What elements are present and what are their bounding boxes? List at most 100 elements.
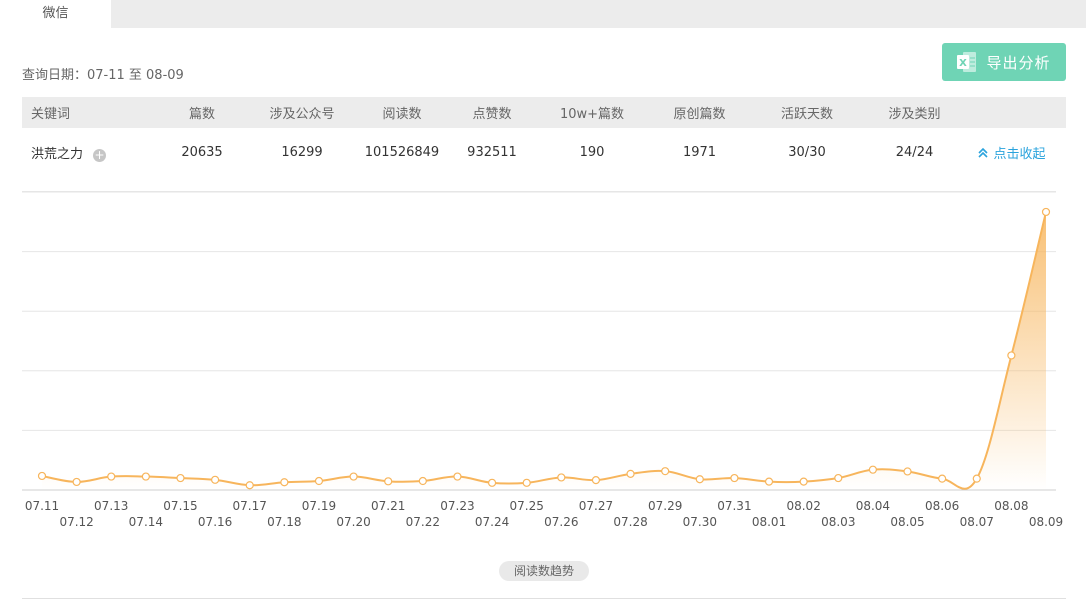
active-days-cell: 30/30 (788, 144, 826, 160)
plus-icon[interactable]: + (93, 148, 107, 162)
x-tick-label: 07.19 (302, 499, 336, 513)
excel-icon: X (957, 51, 977, 73)
chart-point-07.26[interactable] (557, 473, 566, 482)
chart-point-07.13[interactable] (107, 472, 116, 481)
header-articles: 篇数 (147, 97, 257, 128)
keyword-stats-table: 关键词 篇数 涉及公众号 阅读数 点赞数 10w+篇数 原创篇数 活跃天数 涉及… (22, 97, 1066, 176)
svg-text:X: X (960, 58, 968, 69)
table-row: 洪荒之力 + 20635 16299 101526849 932511 190 1… (22, 128, 1066, 176)
chart-point-07.22[interactable] (418, 476, 427, 486)
chart-point-07.15[interactable] (176, 473, 185, 483)
x-tick-label: 07.25 (510, 499, 544, 513)
chart-grid (22, 191, 1056, 491)
header-accounts: 涉及公众号 (257, 97, 347, 128)
x-tick-label: 07.24 (475, 515, 509, 529)
chart-x-axis-labels: 07.1107.1207.1307.1407.1507.1607.1707.18… (25, 499, 1063, 529)
x-tick-label: 07.12 (59, 515, 93, 529)
chart-area-fill (42, 211, 1046, 490)
chart-point-07.28[interactable] (626, 469, 635, 478)
chart-point-07.31[interactable] (730, 473, 739, 483)
export-analysis-button[interactable]: X 导出分析 (942, 43, 1066, 81)
x-tick-label: 08.08 (994, 499, 1028, 513)
keyword-cell: 洪荒之力 + (22, 128, 147, 176)
x-tick-label: 08.03 (821, 515, 855, 529)
chart-point-07.18[interactable] (280, 478, 289, 487)
chart-point-08.08[interactable] (1007, 351, 1016, 360)
x-tick-label: 07.28 (613, 515, 647, 529)
x-tick-label: 08.07 (960, 515, 994, 529)
chart-points (37, 207, 1051, 490)
chart-point-07.25[interactable] (522, 478, 531, 487)
chart-legend-reading-trend[interactable]: 阅读数趋势 (499, 561, 589, 581)
header-likes: 点赞数 (457, 97, 527, 128)
categories-cell: 24/24 (895, 144, 934, 160)
chart-point-07.21[interactable] (384, 477, 393, 486)
chart-point-07.16[interactable] (211, 475, 220, 484)
chart-point-08.07[interactable] (972, 474, 981, 483)
chart-point-08.09[interactable] (1041, 207, 1051, 217)
bottom-divider (22, 598, 1066, 599)
x-tick-label: 08.01 (752, 515, 786, 529)
chart-point-08.01[interactable] (764, 477, 774, 486)
x-tick-label: 07.14 (129, 515, 163, 529)
x-tick-label: 07.29 (648, 499, 682, 513)
chart-point-07.11[interactable] (37, 471, 47, 481)
chart-point-07.17[interactable] (245, 481, 254, 490)
header-active-days: 活跃天数 (742, 97, 872, 128)
keyword-text: 洪荒之力 (31, 146, 84, 162)
reads-cell: 101526849 (364, 144, 440, 160)
x-tick-label: 08.06 (925, 499, 959, 513)
chart-point-07.14[interactable] (141, 472, 150, 481)
chart-point-07.19[interactable] (314, 476, 324, 486)
over-100k-cell: 190 (579, 144, 605, 160)
likes-cell: 932511 (467, 144, 517, 160)
x-tick-label: 07.30 (683, 515, 717, 529)
tab-bar: 微信 (0, 0, 1086, 28)
chart-point-08.05[interactable] (903, 467, 912, 476)
x-tick-label: 07.15 (163, 499, 197, 513)
chart-point-07.23[interactable] (453, 472, 462, 481)
chart-point-08.04[interactable] (868, 465, 877, 474)
x-tick-label: 07.23 (440, 499, 474, 513)
chart-point-07.30[interactable] (695, 475, 704, 484)
chart-point-07.12[interactable] (72, 477, 81, 487)
x-tick-label: 07.21 (371, 499, 405, 513)
chart-point-07.29[interactable] (661, 467, 670, 476)
x-tick-label: 07.22 (406, 515, 440, 529)
chart-point-07.24[interactable] (487, 478, 497, 487)
collapse-link[interactable]: 点击收起 (977, 146, 1046, 162)
x-tick-label: 08.05 (890, 515, 924, 529)
x-tick-label: 07.16 (198, 515, 232, 529)
header-categories: 涉及类别 (872, 97, 957, 128)
x-tick-label: 07.18 (267, 515, 301, 529)
accounts-cell: 16299 (281, 144, 323, 160)
export-button-label: 导出分析 (986, 53, 1051, 72)
x-tick-label: 08.09 (1029, 515, 1063, 529)
chart-point-08.06[interactable] (938, 474, 947, 483)
header-action (957, 97, 1066, 128)
x-tick-label: 07.11 (25, 499, 59, 513)
x-tick-label: 08.02 (786, 499, 820, 513)
action-cell: 点击收起 (957, 128, 1066, 176)
x-tick-label: 08.04 (856, 499, 890, 513)
table-header-row: 关键词 篇数 涉及公众号 阅读数 点赞数 10w+篇数 原创篇数 活跃天数 涉及… (22, 97, 1066, 128)
chart-point-08.03[interactable] (834, 473, 843, 483)
x-tick-label: 07.17 (233, 499, 267, 513)
header-original: 原创篇数 (657, 97, 742, 128)
reading-trend-chart: 07.1107.1207.1307.1407.1507.1607.1707.18… (22, 191, 1063, 529)
chart-point-07.20[interactable] (349, 472, 358, 481)
original-cell: 1971 (682, 144, 717, 160)
chart-point-08.02[interactable] (799, 477, 808, 486)
x-tick-label: 07.13 (94, 499, 128, 513)
x-tick-label: 07.31 (717, 499, 751, 513)
header-over-100k: 10w+篇数 (527, 97, 657, 128)
articles-cell: 20635 (181, 144, 223, 160)
chart-series-line (41, 211, 1047, 490)
header-reads: 阅读数 (347, 97, 457, 128)
x-tick-label: 07.27 (579, 499, 613, 513)
chart-point-07.27[interactable] (591, 476, 601, 485)
header-keyword: 关键词 (22, 97, 147, 128)
tab-wechat[interactable]: 微信 (0, 0, 111, 28)
collapse-link-label: 点击收起 (993, 146, 1046, 162)
x-tick-label: 07.26 (544, 515, 578, 529)
